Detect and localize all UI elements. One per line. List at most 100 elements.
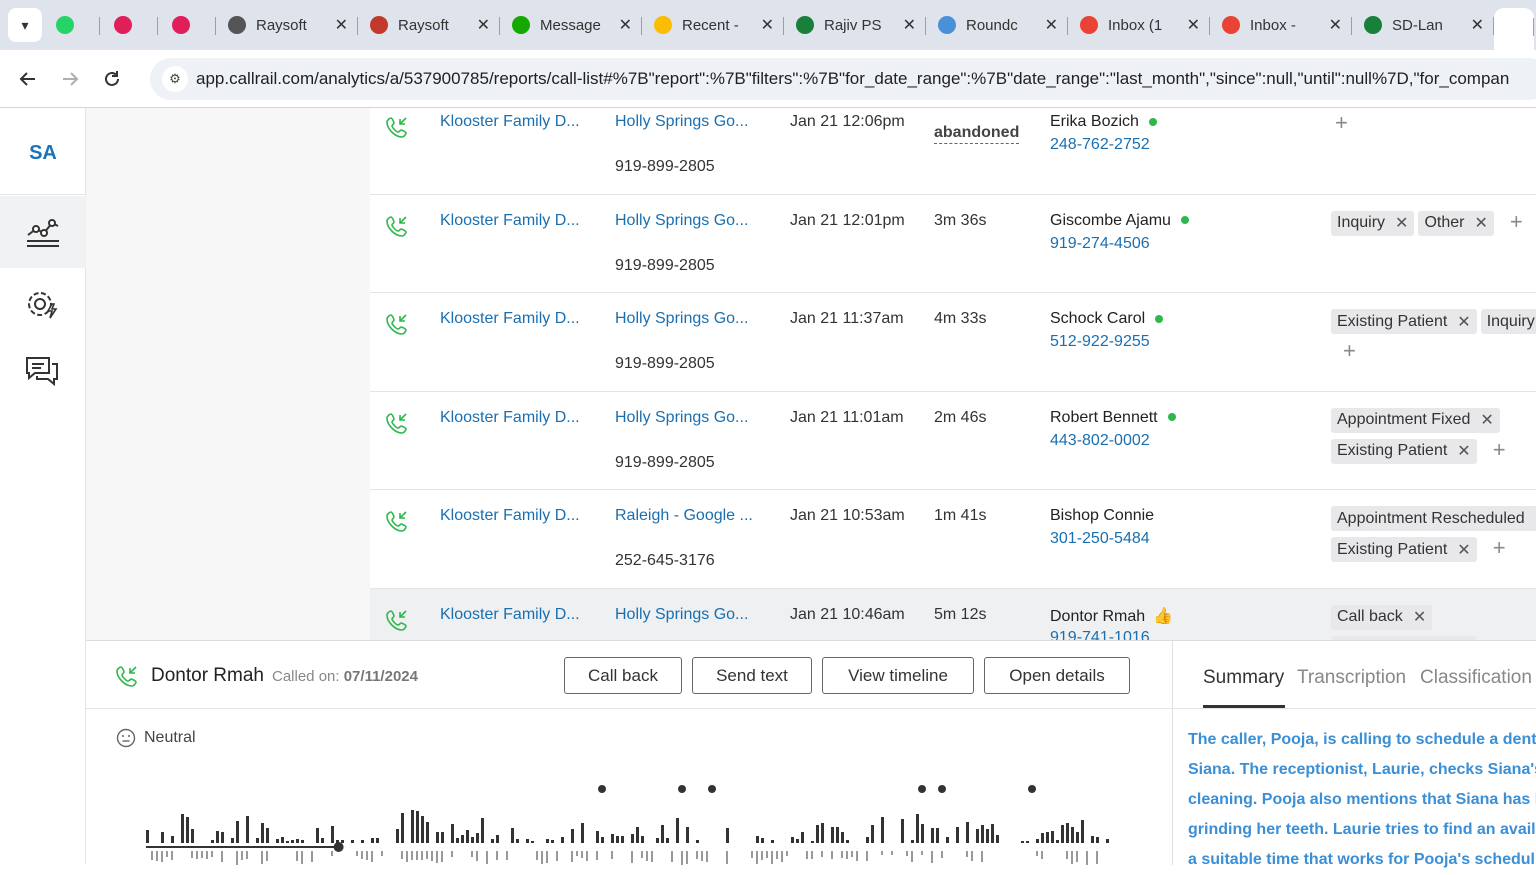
browser-tab[interactable]: Raysoft ✕ <box>358 7 500 43</box>
close-tab-icon[interactable]: ✕ <box>335 15 348 35</box>
waveform-bar <box>356 851 358 856</box>
company-link[interactable]: Klooster Family D... <box>440 606 590 624</box>
waveform-bar <box>396 829 399 843</box>
caller-phone-link[interactable]: 919-741-1016 <box>1050 629 1150 641</box>
source-link[interactable]: Holly Springs Go... <box>615 409 760 427</box>
browser-tab[interactable]: Roundc ✕ <box>926 7 1068 43</box>
browser-tab[interactable] <box>42 7 100 43</box>
waveform-bar <box>656 838 659 843</box>
keyword-marker[interactable] <box>938 785 946 793</box>
keyword-marker[interactable] <box>1028 785 1036 793</box>
caller-phone-link[interactable]: 301-250-5484 <box>1050 530 1150 548</box>
tab-transcription[interactable]: Transcription <box>1297 667 1406 689</box>
active-browser-tab[interactable] <box>1494 8 1534 50</box>
rail-item-conversations[interactable] <box>22 352 62 392</box>
waveform-bar <box>401 851 403 859</box>
company-link[interactable]: Klooster Family D... <box>440 409 590 427</box>
remove-tag-icon[interactable]: ✕ <box>1480 410 1493 430</box>
close-tab-icon[interactable]: ✕ <box>761 15 774 35</box>
call-back-button[interactable]: Call back <box>564 657 682 694</box>
rail-item-settings[interactable] <box>22 284 62 324</box>
close-tab-icon[interactable]: ✕ <box>1045 15 1058 35</box>
omnibox[interactable]: ⚙ app.callrail.com/analytics/a/537900785… <box>150 58 1536 100</box>
browser-tab[interactable]: Rajiv PS ✕ <box>784 7 926 43</box>
company-link[interactable]: Klooster Family D... <box>440 310 590 328</box>
company-link[interactable]: Klooster Family D... <box>440 507 590 525</box>
add-tag-icon[interactable]: + <box>1493 438 1506 461</box>
waveform-bar <box>916 814 919 843</box>
close-tab-icon[interactable]: ✕ <box>619 15 632 35</box>
forward-button[interactable] <box>56 65 84 93</box>
remove-tag-icon[interactable]: ✕ <box>1457 540 1470 560</box>
waveform-bar <box>786 851 788 856</box>
source-link[interactable]: Holly Springs Go... <box>615 212 760 230</box>
send-text-button[interactable]: Send text <box>692 657 812 694</box>
site-settings-icon[interactable]: ⚙ <box>162 66 188 92</box>
remove-tag-icon[interactable]: ✕ <box>1413 607 1426 627</box>
back-button[interactable] <box>14 65 42 93</box>
browser-tab[interactable] <box>100 7 158 43</box>
remove-tag-icon[interactable]: ✕ <box>1457 441 1470 461</box>
waveform-bar <box>1046 832 1049 843</box>
add-tag-icon[interactable]: + <box>1493 537 1506 559</box>
view-timeline-button[interactable]: View timeline <box>822 657 974 694</box>
audio-waveform[interactable] <box>144 781 1114 865</box>
remove-tag-icon[interactable]: ✕ <box>1395 213 1408 233</box>
thumbs-up-icon: 👍 <box>1153 607 1174 625</box>
table-row[interactable]: Klooster Family D... Raleigh - Google ...… <box>370 490 1536 589</box>
source-link[interactable]: Holly Springs Go... <box>615 113 760 131</box>
account-initials[interactable]: SA <box>0 142 86 165</box>
keyword-marker[interactable] <box>708 785 716 793</box>
keyword-marker[interactable] <box>918 785 926 793</box>
browser-tab[interactable]: Raysoft ✕ <box>216 7 358 43</box>
waveform-bar <box>836 827 839 843</box>
company-link[interactable]: Klooster Family D... <box>440 212 590 230</box>
table-row[interactable]: Klooster Family D... Holly Springs Go... 9… <box>370 108 1536 195</box>
browser-tab[interactable]: SD-Lan ✕ <box>1352 7 1494 43</box>
browser-tab[interactable] <box>158 7 216 43</box>
source-link[interactable]: Raleigh - Google ... <box>615 507 760 525</box>
caller-phone-link[interactable]: 919-274-4506 <box>1050 235 1150 253</box>
waveform-bar <box>261 823 264 843</box>
browser-tab[interactable]: Message ✕ <box>500 7 642 43</box>
remove-tag-icon[interactable]: ✕ <box>1457 312 1470 332</box>
close-tab-icon[interactable]: ✕ <box>1187 15 1200 35</box>
browser-tab[interactable]: Inbox (1 ✕ <box>1068 7 1210 43</box>
keyword-marker[interactable] <box>598 785 606 793</box>
browser-tab[interactable]: Recent - ✕ <box>642 7 784 43</box>
playhead-handle[interactable] <box>333 842 344 852</box>
company-link[interactable]: Klooster Family D... <box>440 113 590 131</box>
browser-tab[interactable]: Inbox - ✕ <box>1210 7 1352 43</box>
call-duration: 3m 36s <box>934 211 987 229</box>
close-tab-icon[interactable]: ✕ <box>1471 15 1484 35</box>
rail-item-analytics[interactable] <box>0 196 86 268</box>
source-link[interactable]: Holly Springs Go... <box>615 606 760 624</box>
close-tab-icon[interactable]: ✕ <box>1329 15 1342 35</box>
source-link[interactable]: Holly Springs Go... <box>615 310 760 328</box>
caller-name-text: Giscombe Ajamu <box>1050 211 1171 229</box>
keyword-marker[interactable] <box>678 785 686 793</box>
tab-search-button[interactable]: ▾ <box>8 8 42 42</box>
tab-classification[interactable]: Classification <box>1420 667 1532 689</box>
table-row[interactable]: Klooster Family D... Holly Springs Go... 9… <box>370 588 1536 641</box>
tab-summary[interactable]: Summary <box>1203 667 1284 689</box>
caller-phone-link[interactable]: 443-802-0002 <box>1050 432 1150 450</box>
called-on: Called on: 07/11/2024 <box>272 668 418 685</box>
table-row[interactable]: Klooster Family D... Holly Springs Go... 9… <box>370 195 1536 293</box>
close-tab-icon[interactable]: ✕ <box>903 15 916 35</box>
tab-title: Rajiv PS <box>824 16 882 34</box>
caller-phone-link[interactable]: 248-762-2752 <box>1050 136 1150 154</box>
close-tab-icon[interactable]: ✕ <box>477 15 490 35</box>
remove-tag-icon[interactable]: ✕ <box>1474 213 1487 233</box>
sheets-icon <box>796 16 814 34</box>
waveform-bar <box>211 840 214 843</box>
add-tag-icon[interactable]: + <box>1510 210 1523 233</box>
add-tag-icon[interactable]: + <box>1335 112 1348 134</box>
reload-button[interactable] <box>98 65 126 93</box>
table-row[interactable]: Klooster Family D... Holly Springs Go... 9… <box>370 293 1536 392</box>
tab-title: SD-Lan <box>1392 16 1443 34</box>
open-details-button[interactable]: Open details <box>984 657 1130 694</box>
table-row[interactable]: Klooster Family D... Holly Springs Go... 9… <box>370 392 1536 490</box>
add-tag-icon[interactable]: + <box>1343 340 1356 362</box>
caller-phone-link[interactable]: 512-922-9255 <box>1050 333 1150 351</box>
